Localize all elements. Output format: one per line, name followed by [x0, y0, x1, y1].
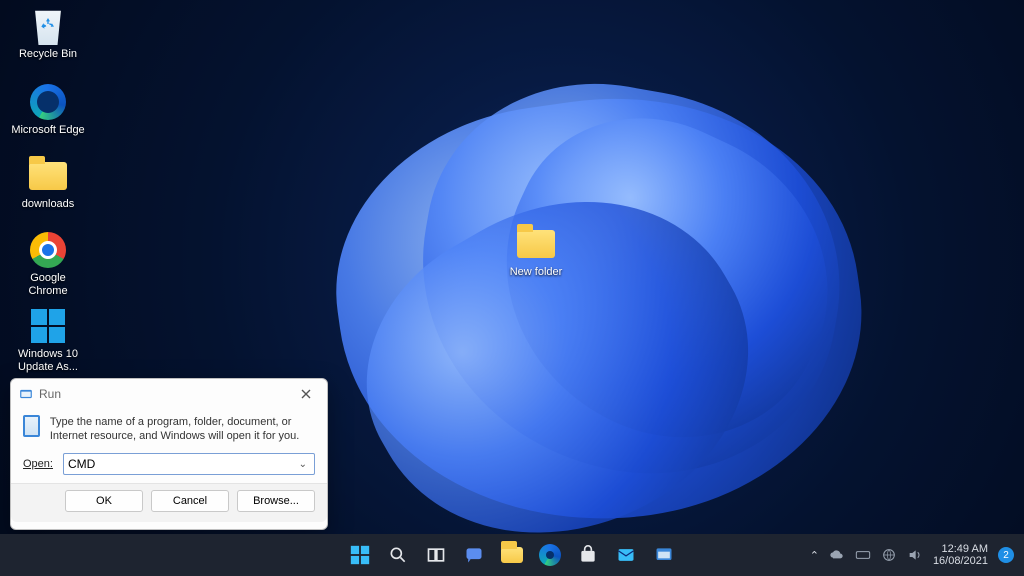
open-label: Open: [23, 458, 53, 470]
settings-taskbar-button[interactable] [648, 539, 680, 571]
desktop-icon-new-folder[interactable]: New folder [498, 224, 574, 279]
windows-update-icon [28, 306, 68, 346]
task-view-button[interactable] [420, 539, 452, 571]
chrome-icon [28, 230, 68, 270]
desktop-icon-chrome[interactable]: Google Chrome [10, 230, 86, 298]
edge-icon [539, 544, 561, 566]
volume-icon[interactable] [907, 547, 923, 563]
network-icon[interactable] [881, 547, 897, 563]
desktop-icon-recycle-bin[interactable]: Recycle Bin [10, 6, 86, 61]
open-input[interactable] [68, 457, 296, 471]
desktop-icon-label: downloads [10, 198, 86, 211]
taskbar-clock[interactable]: 12:49 AM 16/08/2021 [933, 543, 988, 567]
taskbar: ⌃ 12:49 AM 16/08/2021 2 [0, 534, 1024, 576]
taskbar-tray: ⌃ 12:49 AM 16/08/2021 2 [810, 543, 1024, 567]
run-title-text: Run [39, 387, 61, 401]
folder-icon [516, 224, 556, 264]
desktop-icon-label: Windows 10 Update As... [10, 348, 86, 374]
mail-button[interactable] [610, 539, 642, 571]
task-view-icon [426, 545, 446, 565]
browse-button[interactable]: Browse... [237, 490, 315, 512]
edge-icon [28, 82, 68, 122]
close-icon [301, 389, 311, 399]
onedrive-icon[interactable] [829, 547, 845, 563]
search-icon [388, 545, 408, 565]
notification-badge[interactable]: 2 [998, 547, 1014, 563]
clock-time: 12:49 AM [933, 543, 988, 555]
ok-button[interactable]: OK [65, 490, 143, 512]
run-dialog: Run Type the name of a program, folder, … [10, 378, 328, 530]
store-button[interactable] [572, 539, 604, 571]
desktop-icon-edge[interactable]: Microsoft Edge [10, 82, 86, 137]
explorer-button[interactable] [496, 539, 528, 571]
store-icon [578, 545, 598, 565]
cancel-button[interactable]: Cancel [151, 490, 229, 512]
run-titlebar[interactable]: Run [11, 379, 327, 409]
desktop-icon-label: Microsoft Edge [10, 124, 86, 137]
close-button[interactable] [291, 383, 321, 405]
desktop-icon-label: New folder [498, 266, 574, 279]
folder-icon [501, 547, 523, 563]
chat-icon [464, 545, 484, 565]
desktop-icon-downloads[interactable]: downloads [10, 156, 86, 211]
desktop-icon-win10-update[interactable]: Windows 10 Update As... [10, 306, 86, 374]
run-description: Type the name of a program, folder, docu… [50, 415, 315, 443]
taskbar-center [344, 539, 680, 571]
search-button[interactable] [382, 539, 414, 571]
window-icon [654, 545, 674, 565]
start-icon [349, 544, 371, 566]
desktop-icon-label: Google Chrome [10, 272, 86, 298]
run-titlebar-icon [19, 387, 33, 401]
clock-date: 16/08/2021 [933, 555, 988, 567]
mail-icon [616, 545, 636, 565]
tray-chevron-up-icon[interactable]: ⌃ [810, 549, 819, 562]
folder-icon [28, 156, 68, 196]
chat-button[interactable] [458, 539, 490, 571]
recycle-bin-icon [28, 6, 68, 46]
open-combobox[interactable]: ⌄ [63, 453, 315, 475]
start-button[interactable] [344, 539, 376, 571]
keyboard-icon[interactable] [855, 547, 871, 563]
chevron-down-icon[interactable]: ⌄ [296, 459, 310, 470]
desktop-icon-label: Recycle Bin [10, 48, 86, 61]
run-dialog-icon [23, 415, 40, 437]
edge-taskbar-button[interactable] [534, 539, 566, 571]
